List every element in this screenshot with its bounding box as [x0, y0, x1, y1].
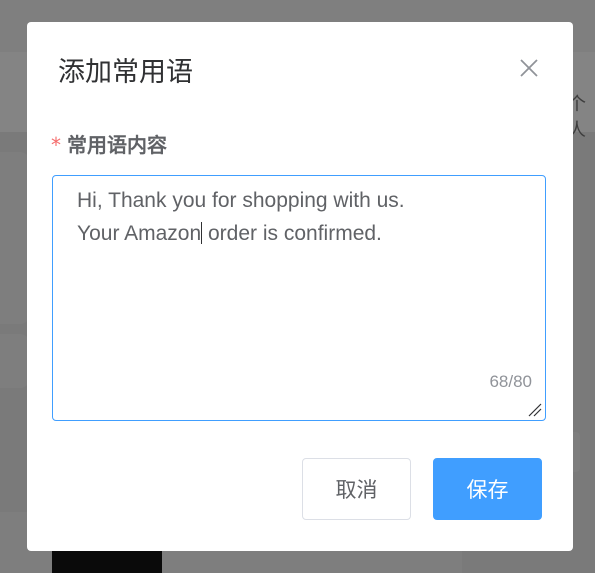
- close-icon: [520, 59, 538, 77]
- text-line-2-before-caret: Your Amazon: [77, 222, 202, 245]
- field-label: * 常用语内容: [51, 130, 167, 160]
- field-label-text: 常用语内容: [67, 133, 167, 157]
- text-line-1: Hi, Thank you for shopping with us.: [77, 189, 405, 212]
- add-phrase-dialog: 添加常用语 * 常用语内容 Hi, Thank you for shopping …: [27, 22, 573, 551]
- background-product-image: [52, 548, 162, 573]
- resize-handle-icon[interactable]: [527, 402, 543, 418]
- textarea-text: Hi, Thank you for shopping with us. Your…: [77, 184, 525, 250]
- background-card: [0, 334, 30, 388]
- background-card: [0, 152, 30, 324]
- close-button[interactable]: [517, 56, 541, 80]
- dialog-title: 添加常用语: [58, 57, 193, 88]
- word-count: 68/80: [489, 372, 532, 391]
- required-mark: *: [51, 133, 61, 157]
- text-line-2-after-caret: order is confirmed.: [202, 222, 382, 245]
- save-button[interactable]: 保存: [433, 458, 542, 520]
- cancel-button[interactable]: 取消: [302, 458, 411, 520]
- phrase-content-textarea[interactable]: Hi, Thank you for shopping with us. Your…: [52, 175, 546, 421]
